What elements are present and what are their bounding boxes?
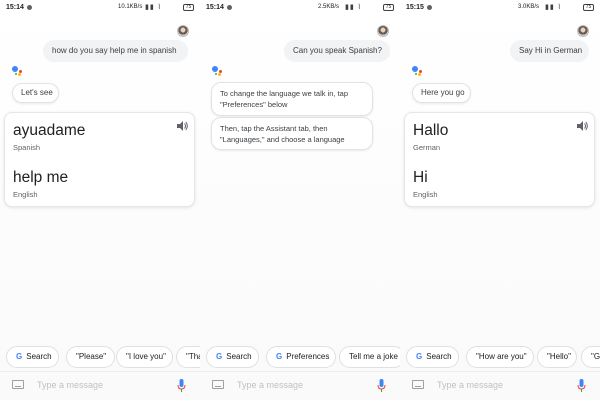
divider [400,371,600,372]
suggestion-chips: GSearch "Please" "I love you" "Tha [0,346,200,368]
message-input-bar: Type a message [200,375,400,397]
translated-word: Hallo [413,122,449,139]
notification-icon [227,5,232,10]
chip-preferences[interactable]: G Preferences [266,346,336,368]
chip-thank-you[interactable]: "Tha [176,346,200,368]
status-bar: 15:15 3.0KB/s ▮▮ ⌇ 75 [400,0,600,16]
chip-tell-me-a-joke[interactable]: Tell me a joke [339,346,400,368]
google-assistant-dots-icon [12,64,24,76]
network-speed: 3.0KB/s [518,4,540,10]
battery-icon: 75 [183,4,194,11]
message-input-bar: Type a message [400,375,600,397]
translated-word: ayuadame [13,122,86,139]
signal-wifi-icons: ▮▮ ⌇ [345,4,363,11]
suggestion-chips: GSearch "How are you" "Hello" "Go [400,346,600,368]
message-input[interactable]: Type a message [237,380,303,390]
chip-label: Search [426,352,452,361]
network-speed: 2.5KB/s [318,4,340,10]
user-query-bubble: how do you say help me in spanish [43,40,188,62]
microphone-icon[interactable] [577,379,586,392]
chip-search[interactable]: G Search [206,346,259,368]
source-language: English [413,190,438,199]
chip-search[interactable]: G Search [6,346,59,368]
translated-language: German [413,143,441,152]
battery-icon: 75 [583,4,594,11]
microphone-icon[interactable] [377,379,386,392]
battery-icon: 75 [383,4,394,11]
assistant-reply-bubble: Let's see [12,83,59,103]
status-bar: 15:14 2.5KB/s ▮▮ ⌇ 75 [200,0,400,16]
notification-icon [27,5,32,10]
speaker-icon[interactable] [177,121,188,131]
google-g-icon: G [216,352,223,361]
chip-label: Search [26,352,52,361]
notification-icon [427,5,432,10]
user-query-bubble: Can you speak Spanish? [284,40,390,62]
google-g-icon: G [416,352,423,361]
chip-label: Preferences [286,352,330,361]
translation-card[interactable]: ayuadame Spanish help me English [4,112,195,207]
chip-please[interactable]: "Please" [66,346,115,368]
speaker-icon[interactable] [577,121,588,131]
google-g-icon: G [16,352,23,361]
chip-good[interactable]: "Go [581,346,600,368]
translated-language: Spanish [13,143,41,152]
message-input-bar: Type a message [0,375,200,397]
chip-i-love-you[interactable]: "I love you" [116,346,173,368]
assistant-text-bubble: To change the language we talk in, tap "… [211,82,373,116]
signal-wifi-icons: ▮▮ ⌇ [145,4,163,11]
google-assistant-dots-icon [212,64,224,76]
user-avatar[interactable] [577,25,589,37]
chip-hello[interactable]: "Hello" [537,346,577,368]
chip-how-are-you[interactable]: "How are you" [466,346,534,368]
status-time: 15:14 [206,4,224,11]
assistant-reply-bubble: Here you go [412,83,471,103]
microphone-icon[interactable] [177,379,186,392]
message-input[interactable]: Type a message [37,380,103,390]
user-avatar[interactable] [377,25,389,37]
message-input[interactable]: Type a message [437,380,503,390]
status-time: 15:14 [6,4,24,11]
google-g-icon: G [276,352,283,361]
assistant-text-bubble: Then, tap the Assistant tab, then "Langu… [211,117,373,150]
user-query-bubble: Say Hi in German [510,40,589,62]
source-phrase: help me [13,169,69,186]
chip-label: Search [226,352,252,361]
chip-search[interactable]: G Search [406,346,459,368]
keyboard-icon[interactable] [12,380,24,389]
source-phrase: Hi [413,169,428,186]
divider [0,371,200,372]
user-avatar[interactable] [177,25,189,37]
assistant-screen-2: 15:14 2.5KB/s ▮▮ ⌇ 75 Can you speak Span… [200,0,400,400]
status-time: 15:15 [406,4,424,11]
source-language: English [13,190,38,199]
divider [200,371,400,372]
signal-wifi-icons: ▮▮ ⌇ [545,4,563,11]
assistant-screen-3: 15:15 3.0KB/s ▮▮ ⌇ 75 Say Hi in German H… [400,0,600,400]
translation-card[interactable]: Hallo German Hi English [404,112,595,207]
google-assistant-dots-icon [412,64,424,76]
keyboard-icon[interactable] [412,380,424,389]
status-bar: 15:14 10.1KB/s ▮▮ ⌇ 75 [0,0,200,16]
keyboard-icon[interactable] [212,380,224,389]
suggestion-chips: G Search G Preferences Tell me a joke [200,346,400,368]
assistant-screen-1: 15:14 10.1KB/s ▮▮ ⌇ 75 how do you say he… [0,0,200,400]
network-speed: 10.1KB/s [118,4,143,10]
